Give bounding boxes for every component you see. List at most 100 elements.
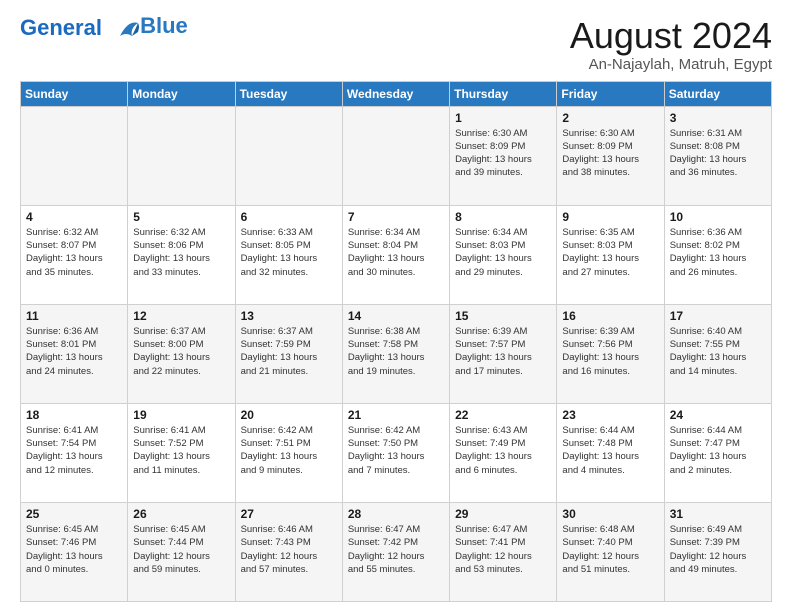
day-number: 26: [133, 507, 229, 521]
day-detail: Sunrise: 6:39 AMSunset: 7:56 PMDaylight:…: [562, 325, 658, 378]
calendar-cell: 27 Sunrise: 6:46 AMSunset: 7:43 PMDayligh…: [235, 502, 342, 601]
day-detail: Sunrise: 6:45 AMSunset: 7:46 PMDaylight:…: [26, 523, 122, 576]
day-detail: Sunrise: 6:41 AMSunset: 7:52 PMDaylight:…: [133, 424, 229, 477]
calendar-cell: 2 Sunrise: 6:30 AMSunset: 8:09 PMDaylight…: [557, 106, 664, 205]
calendar-cell: 22 Sunrise: 6:43 AMSunset: 7:49 PMDayligh…: [450, 403, 557, 502]
calendar-body: 1Sunrise: 6:30 AMSunset: 8:09 PMDaylight…: [21, 106, 772, 601]
calendar-cell: 14 Sunrise: 6:38 AMSunset: 7:58 PMDayligh…: [342, 304, 449, 403]
week-row-4: 18Sunrise: 6:41 AMSunset: 7:54 PMDayligh…: [21, 403, 772, 502]
calendar-cell: 11 Sunrise: 6:36 AMSunset: 8:01 PMDayligh…: [21, 304, 128, 403]
day-number: 16: [562, 309, 658, 323]
day-number: 15: [455, 309, 551, 323]
calendar-cell: [128, 106, 235, 205]
day-detail: Sunrise: 6:31 AMSunset: 8:08 PMDaylight:…: [670, 127, 766, 180]
day-detail: Sunrise: 6:44 AMSunset: 7:48 PMDaylight:…: [562, 424, 658, 477]
day-number: 20: [241, 408, 337, 422]
day-detail: Sunrise: 6:43 AMSunset: 7:49 PMDaylight:…: [455, 424, 551, 477]
week-row-1: 1Sunrise: 6:30 AMSunset: 8:09 PMDaylight…: [21, 106, 772, 205]
day-number: 19: [133, 408, 229, 422]
calendar-cell: 5 Sunrise: 6:32 AMSunset: 8:06 PMDaylight…: [128, 205, 235, 304]
day-detail: Sunrise: 6:47 AMSunset: 7:41 PMDaylight:…: [455, 523, 551, 576]
col-thursday: Thursday: [450, 81, 557, 106]
page: General Blue August 2024 An-Najaylah, Ma…: [0, 0, 792, 612]
calendar-cell: 8 Sunrise: 6:34 AMSunset: 8:03 PMDaylight…: [450, 205, 557, 304]
day-detail: Sunrise: 6:35 AMSunset: 8:03 PMDaylight:…: [562, 226, 658, 279]
day-number: 25: [26, 507, 122, 521]
day-detail: Sunrise: 6:48 AMSunset: 7:40 PMDaylight:…: [562, 523, 658, 576]
calendar-cell: 16 Sunrise: 6:39 AMSunset: 7:56 PMDayligh…: [557, 304, 664, 403]
calendar-cell: 26 Sunrise: 6:45 AMSunset: 7:44 PMDayligh…: [128, 502, 235, 601]
day-detail: Sunrise: 6:34 AMSunset: 8:04 PMDaylight:…: [348, 226, 444, 279]
day-number: 3: [670, 111, 766, 125]
day-detail: Sunrise: 6:32 AMSunset: 8:07 PMDaylight:…: [26, 226, 122, 279]
col-friday: Friday: [557, 81, 664, 106]
day-number: 6: [241, 210, 337, 224]
day-number: 4: [26, 210, 122, 224]
day-number: 23: [562, 408, 658, 422]
calendar-cell: 1Sunrise: 6:30 AMSunset: 8:09 PMDaylight…: [450, 106, 557, 205]
day-detail: Sunrise: 6:40 AMSunset: 7:55 PMDaylight:…: [670, 325, 766, 378]
week-row-2: 4 Sunrise: 6:32 AMSunset: 8:07 PMDaylight…: [21, 205, 772, 304]
logo-general: General: [20, 16, 140, 40]
day-number: 2: [562, 111, 658, 125]
day-number: 5: [133, 210, 229, 224]
calendar-cell: 21 Sunrise: 6:42 AMSunset: 7:50 PMDayligh…: [342, 403, 449, 502]
header-row: Sunday Monday Tuesday Wednesday Thursday…: [21, 81, 772, 106]
day-detail: Sunrise: 6:30 AMSunset: 8:09 PMDaylight:…: [455, 127, 551, 180]
day-detail: Sunrise: 6:36 AMSunset: 8:02 PMDaylight:…: [670, 226, 766, 279]
logo-blue: Blue: [140, 14, 188, 38]
logo-bird-icon: [110, 18, 140, 40]
calendar-cell: 23 Sunrise: 6:44 AMSunset: 7:48 PMDayligh…: [557, 403, 664, 502]
calendar-cell: 10 Sunrise: 6:36 AMSunset: 8:02 PMDayligh…: [664, 205, 771, 304]
day-number: 13: [241, 309, 337, 323]
day-number: 12: [133, 309, 229, 323]
calendar-cell: 3 Sunrise: 6:31 AMSunset: 8:08 PMDaylight…: [664, 106, 771, 205]
day-number: 10: [670, 210, 766, 224]
day-detail: Sunrise: 6:37 AMSunset: 7:59 PMDaylight:…: [241, 325, 337, 378]
day-number: 9: [562, 210, 658, 224]
month-title: August 2024: [570, 16, 772, 56]
calendar-cell: 31Sunrise: 6:49 AMSunset: 7:39 PMDayligh…: [664, 502, 771, 601]
day-detail: Sunrise: 6:45 AMSunset: 7:44 PMDaylight:…: [133, 523, 229, 576]
calendar-cell: [21, 106, 128, 205]
day-detail: Sunrise: 6:34 AMSunset: 8:03 PMDaylight:…: [455, 226, 551, 279]
calendar-cell: 24Sunrise: 6:44 AMSunset: 7:47 PMDayligh…: [664, 403, 771, 502]
col-wednesday: Wednesday: [342, 81, 449, 106]
calendar-cell: 29 Sunrise: 6:47 AMSunset: 7:41 PMDayligh…: [450, 502, 557, 601]
calendar-cell: 6Sunrise: 6:33 AMSunset: 8:05 PMDaylight…: [235, 205, 342, 304]
day-detail: Sunrise: 6:38 AMSunset: 7:58 PMDaylight:…: [348, 325, 444, 378]
calendar-cell: 13 Sunrise: 6:37 AMSunset: 7:59 PMDayligh…: [235, 304, 342, 403]
day-detail: Sunrise: 6:46 AMSunset: 7:43 PMDaylight:…: [241, 523, 337, 576]
calendar-cell: 7 Sunrise: 6:34 AMSunset: 8:04 PMDaylight…: [342, 205, 449, 304]
calendar-cell: [342, 106, 449, 205]
col-monday: Monday: [128, 81, 235, 106]
day-detail: Sunrise: 6:30 AMSunset: 8:09 PMDaylight:…: [562, 127, 658, 180]
day-number: 14: [348, 309, 444, 323]
day-number: 29: [455, 507, 551, 521]
col-saturday: Saturday: [664, 81, 771, 106]
day-number: 27: [241, 507, 337, 521]
day-number: 21: [348, 408, 444, 422]
calendar-cell: 19 Sunrise: 6:41 AMSunset: 7:52 PMDayligh…: [128, 403, 235, 502]
day-number: 7: [348, 210, 444, 224]
week-row-3: 11 Sunrise: 6:36 AMSunset: 8:01 PMDayligh…: [21, 304, 772, 403]
calendar-cell: 25 Sunrise: 6:45 AMSunset: 7:46 PMDayligh…: [21, 502, 128, 601]
col-tuesday: Tuesday: [235, 81, 342, 106]
day-detail: Sunrise: 6:32 AMSunset: 8:06 PMDaylight:…: [133, 226, 229, 279]
day-number: 11: [26, 309, 122, 323]
day-detail: Sunrise: 6:44 AMSunset: 7:47 PMDaylight:…: [670, 424, 766, 477]
day-detail: Sunrise: 6:37 AMSunset: 8:00 PMDaylight:…: [133, 325, 229, 378]
calendar-cell: 17Sunrise: 6:40 AMSunset: 7:55 PMDayligh…: [664, 304, 771, 403]
calendar-cell: [235, 106, 342, 205]
calendar-cell: 12 Sunrise: 6:37 AMSunset: 8:00 PMDayligh…: [128, 304, 235, 403]
day-detail: Sunrise: 6:36 AMSunset: 8:01 PMDaylight:…: [26, 325, 122, 378]
day-number: 28: [348, 507, 444, 521]
calendar-table: Sunday Monday Tuesday Wednesday Thursday…: [20, 81, 772, 602]
day-number: 22: [455, 408, 551, 422]
col-sunday: Sunday: [21, 81, 128, 106]
day-detail: Sunrise: 6:39 AMSunset: 7:57 PMDaylight:…: [455, 325, 551, 378]
day-number: 8: [455, 210, 551, 224]
calendar-cell: 28Sunrise: 6:47 AMSunset: 7:42 PMDayligh…: [342, 502, 449, 601]
calendar-cell: 9 Sunrise: 6:35 AMSunset: 8:03 PMDaylight…: [557, 205, 664, 304]
day-detail: Sunrise: 6:42 AMSunset: 7:50 PMDaylight:…: [348, 424, 444, 477]
